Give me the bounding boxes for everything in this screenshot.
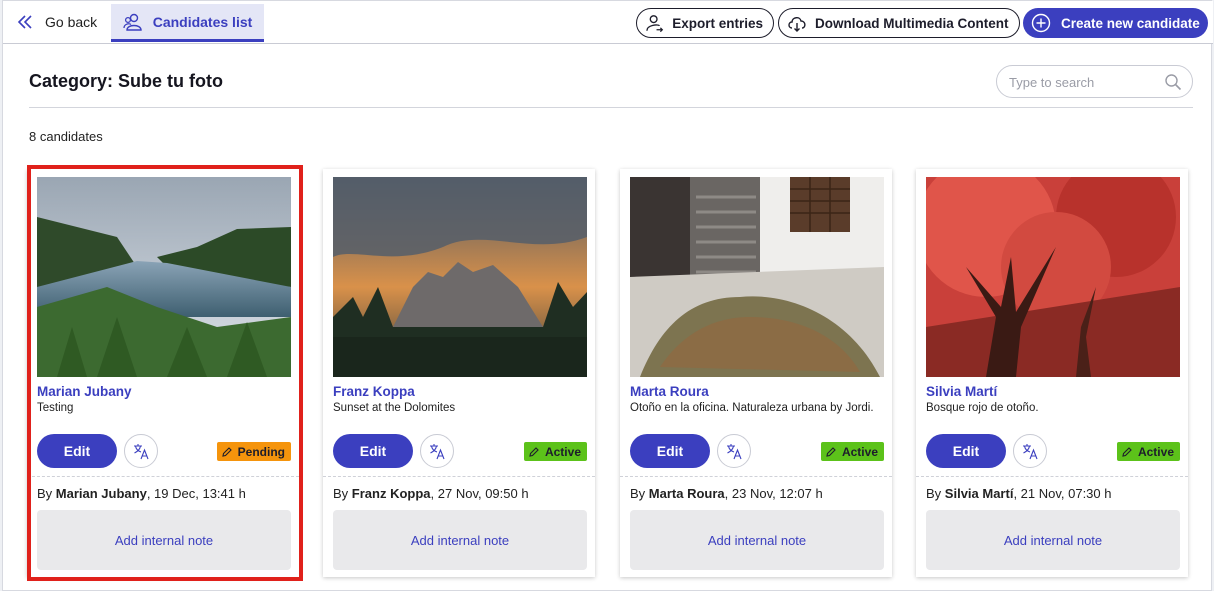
candidate-card: Marian Jubany Testing Edit Pending By Ma… <box>27 169 299 577</box>
go-back-label: Go back <box>45 14 98 30</box>
tab-candidates-list[interactable]: Candidates list <box>111 4 264 42</box>
status-label: Active <box>841 444 878 459</box>
candidate-photo[interactable] <box>926 177 1180 377</box>
export-entries-label: Export entries <box>672 15 763 31</box>
header-divider <box>29 107 1193 108</box>
search-icon <box>1165 74 1182 91</box>
candidate-card: Silvia Martí Bosque rojo de otoño. Edit … <box>916 169 1188 577</box>
byline-author: Marian Jubany <box>55 486 147 501</box>
candidate-description: Otoño en la oficina. Naturaleza urbana b… <box>630 402 874 414</box>
candidates-count: 8 candidates <box>29 129 103 144</box>
status-badge[interactable]: Active <box>1116 442 1180 461</box>
pencil-icon <box>221 446 232 457</box>
pencil-icon <box>1122 446 1132 457</box>
byline-author: Franz Koppa <box>351 486 431 501</box>
byline-author: Silvia Martí <box>944 486 1014 501</box>
users-icon <box>123 13 142 31</box>
translate-button[interactable] <box>420 434 454 468</box>
status-label: Active <box>544 444 581 459</box>
translate-icon <box>1023 444 1038 460</box>
candidate-byline: By Marian Jubany, 19 Dec, 13:41 h <box>37 486 246 501</box>
pencil-icon <box>529 446 539 457</box>
red-tree-image <box>926 177 1180 377</box>
create-new-candidate-label: Create new candidate <box>1061 15 1200 31</box>
user-export-icon <box>646 15 664 33</box>
lake-forest-image <box>37 177 291 377</box>
candidate-name-link[interactable]: Marta Roura <box>630 384 709 399</box>
byline-prefix: By <box>37 486 56 501</box>
double-chevron-left-icon <box>17 15 32 29</box>
edit-button[interactable]: Edit <box>333 434 413 468</box>
card-divider <box>27 476 299 477</box>
translate-icon <box>430 444 445 460</box>
byline-date: , 23 Nov, 12:07 h <box>724 486 823 501</box>
translate-icon <box>134 444 149 460</box>
candidate-name-link[interactable]: Marian Jubany <box>37 384 132 399</box>
export-entries-button[interactable]: Export entries <box>636 8 774 38</box>
candidate-description: Sunset at the Dolomites <box>333 402 456 414</box>
candidate-photo[interactable] <box>630 177 884 377</box>
byline-date: , 19 Dec, 13:41 h <box>146 486 246 501</box>
status-label: Pending <box>237 444 285 459</box>
candidate-byline: By Silvia Martí, 21 Nov, 07:30 h <box>926 486 1111 501</box>
search-box[interactable] <box>996 65 1193 98</box>
byline-prefix: By <box>926 486 945 501</box>
status-badge[interactable]: Active <box>820 442 884 461</box>
add-internal-note-button[interactable]: Add internal note <box>630 510 884 570</box>
candidate-card: Franz Koppa Sunset at the Dolomites Edit… <box>323 169 595 577</box>
create-new-candidate-button[interactable]: Create new candidate <box>1023 8 1208 38</box>
tab-candidates-list-label: Candidates list <box>152 13 253 30</box>
card-divider <box>620 476 892 477</box>
edit-button[interactable]: Edit <box>37 434 117 468</box>
candidate-byline: By Franz Koppa, 27 Nov, 09:50 h <box>333 486 529 501</box>
candidate-byline: By Marta Roura, 23 Nov, 12:07 h <box>630 486 823 501</box>
go-back-button[interactable]: Go back <box>17 6 97 38</box>
download-multimedia-button[interactable]: Download Multimedia Content <box>778 8 1020 38</box>
candidate-description: Bosque rojo de otoño. <box>926 402 1039 414</box>
card-divider <box>916 476 1188 477</box>
byline-prefix: By <box>333 486 352 501</box>
candidate-description: Testing <box>37 402 74 414</box>
byline-author: Marta Roura <box>648 486 725 501</box>
candidate-photo[interactable] <box>37 177 291 377</box>
candidate-name-link[interactable]: Franz Koppa <box>333 384 415 399</box>
byline-date: , 21 Nov, 07:30 h <box>1013 486 1112 501</box>
download-multimedia-label: Download Multimedia Content <box>815 15 1009 31</box>
top-bar: Go back Candidates list Export entries D… <box>3 1 1213 44</box>
mountain-sunset-image <box>333 177 587 377</box>
translate-button[interactable] <box>717 434 751 468</box>
edit-button[interactable]: Edit <box>630 434 710 468</box>
app-frame: Go back Candidates list Export entries D… <box>2 0 1213 591</box>
status-label: Active <box>1137 444 1174 459</box>
translate-button[interactable] <box>124 434 158 468</box>
plus-circle-icon <box>1031 13 1051 33</box>
office-leaves-image <box>630 177 884 377</box>
byline-date: , 27 Nov, 09:50 h <box>430 486 529 501</box>
candidate-card: Marta Roura Otoño en la oficina. Natural… <box>620 169 892 577</box>
add-internal-note-button[interactable]: Add internal note <box>926 510 1180 570</box>
cloud-download-icon <box>788 17 806 32</box>
status-badge[interactable]: Pending <box>216 442 291 461</box>
add-internal-note-button[interactable]: Add internal note <box>333 510 587 570</box>
pencil-icon <box>826 446 836 457</box>
search-input[interactable] <box>1009 73 1159 91</box>
translate-button[interactable] <box>1013 434 1047 468</box>
edit-button[interactable]: Edit <box>926 434 1006 468</box>
byline-prefix: By <box>630 486 649 501</box>
candidate-photo[interactable] <box>333 177 587 377</box>
card-divider <box>323 476 595 477</box>
translate-icon <box>727 444 742 460</box>
page-title: Category: Sube tu foto <box>29 71 223 91</box>
add-internal-note-button[interactable]: Add internal note <box>37 510 291 570</box>
candidate-name-link[interactable]: Silvia Martí <box>926 384 997 399</box>
status-badge[interactable]: Active <box>523 442 587 461</box>
